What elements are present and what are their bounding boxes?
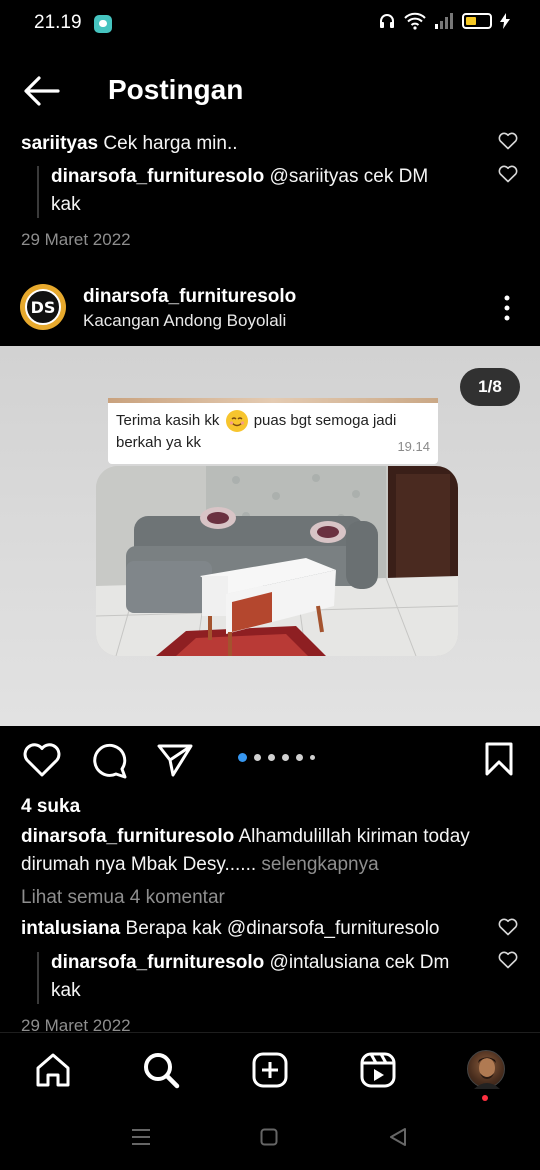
post-location[interactable]: Kacangan Andong Boyolali: [83, 307, 286, 335]
page-title: Postingan: [108, 74, 244, 105]
reply-text-line2: kak: [51, 194, 81, 215]
comment-date: 29 Maret 2022: [21, 230, 131, 249]
caption-username[interactable]: dinarsofa_furnituresolo: [21, 826, 234, 847]
avatar-logo-text: DS: [25, 289, 61, 325]
post-comment-row: intalusiana Berapa kak @dinarsofa_furnit…: [21, 915, 440, 943]
comment-row: sariityas Cek harga min..: [21, 130, 238, 158]
charging-icon: [500, 13, 510, 29]
view-all-comments-link[interactable]: Lihat semua 4 komentar: [21, 884, 225, 912]
app-notification-icon: [94, 15, 112, 33]
post-caption: dinarsofa_furnituresolo Alhamdulillah ki…: [21, 823, 470, 851]
chat-text-line2: berkah ya kk: [116, 434, 202, 452]
post-comment-like-heart-icon[interactable]: [498, 918, 518, 936]
carousel-dot: [268, 754, 275, 761]
carousel-dot: [282, 754, 289, 761]
chat-timestamp: 19.14: [397, 439, 430, 454]
profile-notification-dot: [482, 1095, 488, 1101]
home-button-icon[interactable]: [260, 1128, 278, 1146]
battery-icon: [462, 13, 492, 29]
comment-like-heart-icon[interactable]: [498, 132, 518, 150]
comment-text: Cek harga min..: [103, 133, 238, 154]
carousel-page-counter: 1/8: [460, 368, 520, 406]
post-comment-text: Berapa kak @dinarsofa_furnituresolo: [125, 918, 440, 939]
headset-icon: [380, 14, 394, 28]
sofa-photo: [96, 466, 458, 656]
more-options-icon[interactable]: [500, 294, 514, 322]
reply-text: @sariityas cek DM: [269, 166, 429, 187]
post-reply-text: @intalusiana cek Dm: [269, 952, 450, 973]
post-reply-like-heart-icon[interactable]: [498, 951, 518, 969]
carousel-dot-active: [238, 753, 247, 762]
caption-text-line2: dirumah nya Mbak Desy......: [21, 854, 257, 875]
reply-thread-line: [37, 166, 39, 218]
page-header: Postingan: [0, 66, 540, 116]
reply-username[interactable]: dinarsofa_furnituresolo: [51, 166, 264, 187]
home-icon[interactable]: [34, 1051, 72, 1089]
chat-text-part2: puas bgt semoga jadi: [253, 412, 397, 429]
chat-text-part1: Terima kasih kk: [116, 412, 220, 429]
chat-screenshot-bubble: Terima kasih kk puas bgt semoga jadi ber…: [108, 398, 438, 464]
carousel-dot: [254, 754, 261, 761]
carousel-dot: [310, 755, 315, 760]
reply-thread-line: [37, 952, 39, 1004]
profile-avatar[interactable]: [467, 1050, 505, 1089]
system-navigation-bar: [0, 1106, 540, 1170]
profile-photo: [474, 1057, 500, 1089]
smiling-emoji-icon: [225, 410, 248, 433]
caption-text: Alhamdulillah kiriman today: [238, 826, 470, 847]
post-reply-username[interactable]: dinarsofa_furnituresolo: [51, 952, 264, 973]
likes-count[interactable]: 4 suka: [21, 793, 80, 821]
bottom-navigation: [0, 1032, 540, 1106]
create-post-icon[interactable]: [251, 1051, 289, 1089]
post-image-carousel[interactable]: Terima kasih kk puas bgt semoga jadi ber…: [0, 346, 540, 726]
recent-apps-icon[interactable]: [131, 1128, 151, 1146]
signal-icon: [435, 13, 453, 29]
reply-row: dinarsofa_furnituresolo @sariityas cek D…: [51, 163, 428, 191]
comment-username[interactable]: sariityas: [21, 133, 98, 154]
status-icons: [378, 12, 510, 30]
like-heart-icon[interactable]: [22, 742, 62, 778]
post-author-avatar[interactable]: DS: [20, 284, 66, 330]
caption-line2: dirumah nya Mbak Desy...... selengkapnya: [21, 851, 379, 879]
wifi-icon: [404, 12, 426, 30]
comment-bubble-icon[interactable]: [89, 741, 129, 779]
search-icon[interactable]: [142, 1051, 180, 1089]
carousel-indicator: [238, 753, 315, 762]
post-reply-text-line2: kak: [51, 980, 81, 1001]
sofa-scene-illustration: [96, 466, 458, 656]
share-send-icon[interactable]: [156, 742, 194, 778]
reels-icon[interactable]: [359, 1051, 397, 1089]
status-bar: 21.19: [0, 0, 540, 48]
post-reply-row: dinarsofa_furnituresolo @intalusiana cek…: [51, 949, 449, 977]
arrow-left-icon[interactable]: [22, 74, 62, 108]
bookmark-save-icon[interactable]: [484, 741, 514, 777]
back-button-icon[interactable]: [389, 1127, 407, 1147]
post-comment-username[interactable]: intalusiana: [21, 918, 120, 939]
status-time: 21.19: [34, 12, 82, 33]
caption-more-link[interactable]: selengkapnya: [261, 854, 378, 875]
reply-like-heart-icon[interactable]: [498, 165, 518, 183]
carousel-dot: [296, 754, 303, 761]
